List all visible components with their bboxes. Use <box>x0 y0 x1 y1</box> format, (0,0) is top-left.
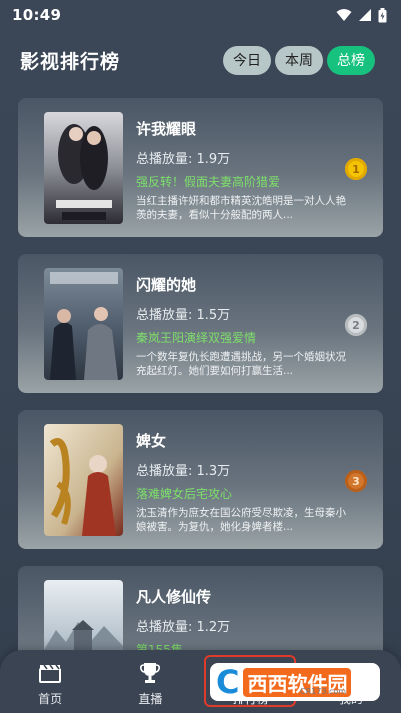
tab-total[interactable]: 总榜 <box>327 45 375 75</box>
poster-image <box>44 112 123 224</box>
trophy-icon <box>137 660 163 686</box>
card-tag: 秦岚王阳演绎双强爱情 <box>136 331 257 345</box>
ranking-card[interactable]: 闪耀的她 总播放量: 1.5万 秦岚王阳演绎双强爱情 一个数年复仇长跑遭遇挑战，… <box>18 254 383 393</box>
rank-badge: 3 <box>345 470 367 492</box>
battery-icon <box>378 7 387 23</box>
nav-live[interactable]: 直播 <box>110 650 190 713</box>
rank-badge: 2 <box>345 314 367 336</box>
card-description: 一个数年复仇长跑遭遇挑战，另一个婚姻状况充起红灯。她们要如何打赢生活... <box>136 351 346 377</box>
period-tabs: 今日 本周 总榜 <box>223 45 375 75</box>
card-description: 当红主播许妍和都市精英沈皓明是一对人人艳羡的夫妻，看似十分般配的两人... <box>136 195 346 221</box>
ranking-list: 许我耀眼 总播放量: 1.9万 强反转！假面夫妻高阶猎爱 当红主播许妍和都市精英… <box>18 98 383 713</box>
nav-profile[interactable]: 我的 <box>311 650 391 713</box>
clapperboard-icon <box>37 660 63 686</box>
card-tag: 强反转！假面夫妻高阶猎爱 <box>136 175 281 189</box>
card-title: 许我耀眼 <box>136 120 197 138</box>
card-description: 沈玉清作为庶女在国公府受尽欺凌，生母秦小娘被害。为复仇，她化身婢者楼... <box>136 507 346 533</box>
card-plays: 总播放量: 1.3万 <box>136 464 231 479</box>
wifi-icon <box>336 8 352 22</box>
header: 影视排行榜 今日 本周 总榜 <box>0 40 401 80</box>
ranking-card[interactable]: 许我耀眼 总播放量: 1.9万 强反转！假面夫妻高阶猎爱 当红主播许妍和都市精英… <box>18 98 383 237</box>
card-tag: 落难婢女后宅攻心 <box>136 487 233 501</box>
nav-label: 首页 <box>38 692 63 706</box>
poster-image <box>44 424 123 536</box>
ranking-icon <box>238 660 264 686</box>
ranking-card[interactable]: 婢女 总播放量: 1.3万 落难婢女后宅攻心 沈玉清作为庶女在国公府受尽欺凌，生… <box>18 410 383 549</box>
card-plays: 总播放量: 1.2万 <box>136 620 231 635</box>
page-title: 影视排行榜 <box>20 50 121 73</box>
user-icon <box>338 660 364 686</box>
tab-today[interactable]: 今日 <box>223 45 271 75</box>
bottom-nav: 首页 直播 排行榜 我的 <box>0 650 401 713</box>
status-bar: 10:49 <box>0 0 401 30</box>
card-title: 婢女 <box>136 432 167 450</box>
status-icons <box>336 7 387 23</box>
card-title: 闪耀的她 <box>136 276 197 294</box>
nav-ranking[interactable]: 排行榜 <box>211 650 291 713</box>
signal-icon <box>358 8 372 22</box>
status-time: 10:49 <box>12 6 62 24</box>
card-plays: 总播放量: 1.9万 <box>136 152 231 167</box>
rank-badge: 1 <box>345 158 367 180</box>
nav-label: 排行榜 <box>232 692 269 706</box>
tab-week[interactable]: 本周 <box>275 45 323 75</box>
card-plays: 总播放量: 1.5万 <box>136 308 231 323</box>
nav-label: 我的 <box>338 692 363 706</box>
nav-label: 直播 <box>138 692 163 706</box>
poster-image <box>44 268 123 380</box>
card-title: 凡人修仙传 <box>136 588 212 606</box>
nav-home[interactable]: 首页 <box>10 650 90 713</box>
